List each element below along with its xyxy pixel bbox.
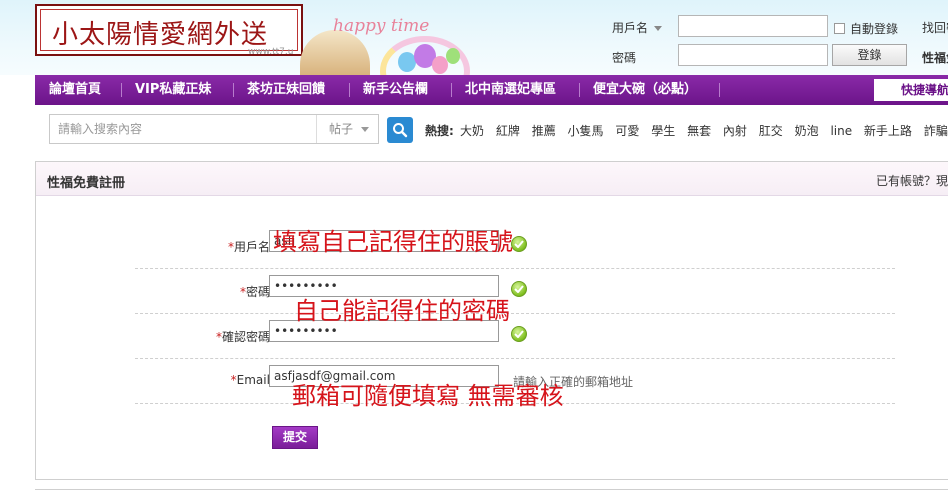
search-icon <box>393 123 408 138</box>
hot-search-link[interactable]: 紅牌 <box>496 124 520 138</box>
chevron-down-icon <box>654 26 663 31</box>
field-label: *確認密碼: <box>216 328 274 345</box>
form-row-password: *密碼: ••••••••• <box>135 269 895 314</box>
checkbox-icon <box>834 23 845 34</box>
auto-login-label: 自動登錄 <box>850 22 899 36</box>
hot-search-link[interactable]: line <box>830 124 852 138</box>
footer-divider <box>35 489 948 490</box>
site-header: 小太陽情愛網外送 www.tt7.u happy time 用戶名 密碼 自動登… <box>0 0 948 75</box>
search-input[interactable] <box>50 115 315 143</box>
username-type-selector[interactable]: 用戶名 <box>612 19 663 36</box>
find-password-link[interactable]: 找回密 <box>922 19 948 36</box>
auto-login-checkbox[interactable]: 自動登錄 <box>834 20 898 37</box>
hot-search-link[interactable]: 詐騙 <box>924 124 948 138</box>
form-row-confirm-password: *確認密碼: ••••••••• <box>135 314 895 359</box>
nav-item-vip[interactable]: VIP私藏正妹 <box>135 75 211 105</box>
form-row-username: *用戶名: asfj <box>135 224 895 269</box>
nav-divider <box>579 83 580 97</box>
chevron-down-icon <box>361 127 370 132</box>
register-panel-header: 性福免費註冊 已有帳號？現 <box>36 162 948 196</box>
main-nav: 論壇首頁 VIP私藏正妹 茶坊正妹回饋 新手公告欄 北中南選妃專區 便宜大碗（必… <box>35 75 948 105</box>
search-box: 帖子 <box>49 114 379 144</box>
username-field-label: 用戶名: <box>233 240 274 254</box>
nav-item-cheap[interactable]: 便宜大碗（必點） <box>593 75 697 105</box>
nav-divider <box>349 83 350 97</box>
nav-divider <box>719 83 720 97</box>
login-button[interactable]: 登錄 <box>832 44 907 66</box>
balloon-icon <box>446 48 460 64</box>
nav-item-home[interactable]: 論壇首頁 <box>49 75 101 105</box>
hot-search-link[interactable]: 內射 <box>723 124 747 138</box>
hot-search-list: 大奶 紅牌 推薦 小隻馬 可愛 學生 無套 內射 肛交 奶泡 line 新手上路… <box>460 122 948 139</box>
check-icon <box>511 281 527 297</box>
hot-search-link[interactable]: 推薦 <box>532 124 556 138</box>
nav-divider <box>121 83 122 97</box>
login-now-link[interactable]: 已有帳號？現 <box>876 172 948 189</box>
annotation-password: 自己能記得住的密碼 <box>294 297 510 325</box>
nav-item-newbie[interactable]: 新手公告欄 <box>363 75 428 105</box>
field-label: *用戶名: <box>228 238 274 255</box>
hot-search-link[interactable]: 小隻馬 <box>568 124 604 138</box>
nav-divider <box>233 83 234 97</box>
search-bar: 帖子 熱搜: 大奶 紅牌 推薦 小隻馬 可愛 學生 無套 內射 肛交 奶泡 li… <box>35 105 948 153</box>
search-button[interactable] <box>387 117 413 143</box>
logo-text: 小太陽情愛網外送 <box>52 20 269 50</box>
check-icon <box>511 236 527 252</box>
login-password-input[interactable] <box>678 44 828 66</box>
register-link[interactable]: 性福免 <box>922 49 948 66</box>
search-type-select[interactable]: 帖子 <box>316 115 378 143</box>
annotation-username: 填寫自己記得住的賬號 <box>273 228 513 256</box>
hot-search-link[interactable]: 可愛 <box>615 124 639 138</box>
quick-nav-button[interactable]: 快捷導航 <box>874 79 948 101</box>
search-type-label: 帖子 <box>329 122 354 136</box>
hot-search-link[interactable]: 無套 <box>687 124 711 138</box>
confirm-password-field-label: 確認密碼: <box>221 330 274 344</box>
submit-button[interactable]: 提交 <box>272 426 318 449</box>
login-username-input[interactable] <box>678 15 828 37</box>
carousel-horse-illustration <box>300 30 370 75</box>
hot-search-link[interactable]: 學生 <box>651 124 675 138</box>
password-label: 密碼 <box>612 51 637 65</box>
hot-search-label: 熱搜: <box>425 124 454 138</box>
username-label: 用戶名 <box>612 21 649 35</box>
nav-item-teahouse[interactable]: 茶坊正妹回饋 <box>247 75 325 105</box>
happy-time-tagline: happy time <box>333 16 430 36</box>
page-title: 性福免費註冊 <box>47 176 126 191</box>
hot-search-link[interactable]: 新手上路 <box>864 124 912 138</box>
logo-url: www.tt7.u <box>248 47 294 57</box>
annotation-email: 郵箱可隨便填寫 無需審核 <box>292 382 564 410</box>
hot-search-link[interactable]: 大奶 <box>460 124 484 138</box>
check-icon <box>511 326 527 342</box>
hot-search-link[interactable]: 肛交 <box>759 124 783 138</box>
hot-search-link[interactable]: 奶泡 <box>795 124 819 138</box>
field-label: *Email: <box>231 373 274 387</box>
nav-item-regions[interactable]: 北中南選妃專區 <box>465 75 556 105</box>
nav-divider <box>451 83 452 97</box>
